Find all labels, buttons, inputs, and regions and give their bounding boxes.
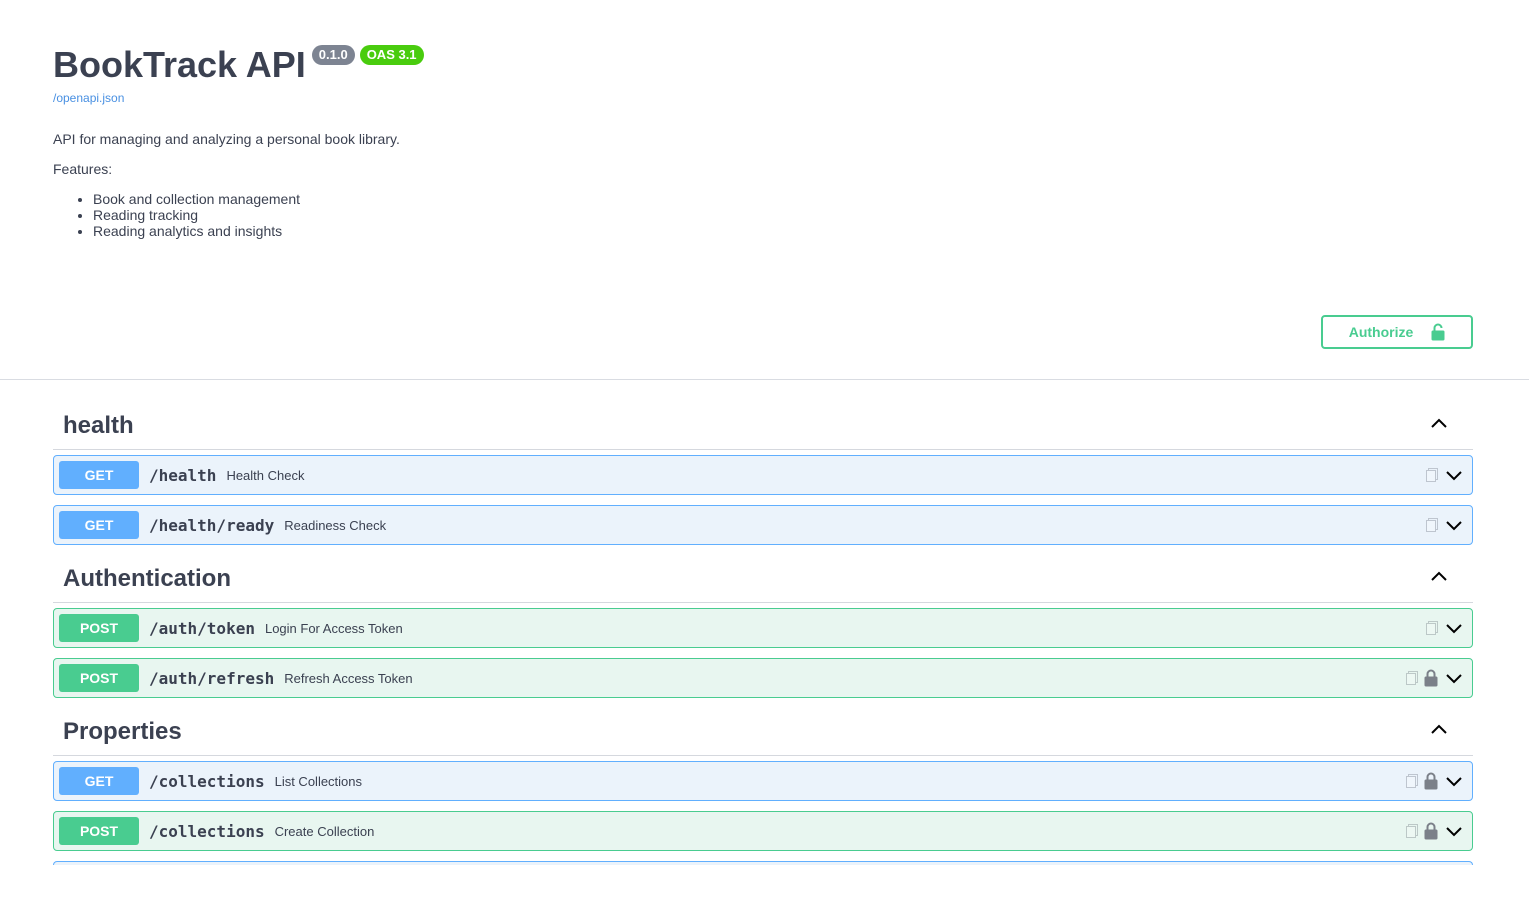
section-header-properties[interactable]: Properties	[53, 708, 1473, 756]
operation-path: /collections	[149, 821, 265, 841]
operation-path: /collections	[149, 771, 265, 791]
operation-summary: Health Check	[226, 467, 305, 483]
chevron-down-icon[interactable]	[1444, 466, 1462, 484]
feature-item: Reading analytics and insights	[93, 223, 753, 239]
chevron-down-icon[interactable]	[1444, 619, 1462, 637]
operation-path: /auth/token	[149, 618, 255, 638]
lock-icon[interactable]	[1424, 669, 1438, 687]
header-divider	[0, 379, 1529, 380]
chevron-down-icon[interactable]	[1444, 669, 1462, 687]
method-badge: POST	[59, 817, 139, 845]
unlock-icon	[1431, 323, 1445, 341]
copy-icon[interactable]	[1406, 824, 1418, 838]
method-badge: POST	[59, 614, 139, 642]
title-row: BookTrack API 0.1.0 OAS 3.1	[53, 40, 753, 90]
section-title: Properties	[63, 717, 182, 745]
operation-post[interactable]: POST/auth/token Login For Access Token	[53, 608, 1473, 648]
operation-summary: Refresh Access Token	[284, 670, 413, 686]
feature-item: Reading tracking	[93, 207, 753, 223]
lock-icon[interactable]	[1424, 772, 1438, 790]
operation-path: /health/ready	[149, 515, 275, 535]
operation-icons	[1406, 659, 1462, 697]
operations-list: health GET/health Health Check GET/health/r…	[53, 402, 1473, 865]
operation-partial[interactable]	[53, 861, 1473, 865]
chevron-up-icon[interactable]	[1429, 566, 1449, 591]
openapi-json-link[interactable]: /openapi.json	[53, 91, 753, 105]
operation-get[interactable]: GET/health Health Check	[53, 455, 1473, 495]
version-badge: 0.1.0	[311, 45, 355, 65]
copy-icon[interactable]	[1406, 774, 1418, 788]
section-title: Authentication	[63, 564, 231, 592]
operation-path: /auth/refresh	[149, 668, 275, 688]
operation-summary: Readiness Check	[284, 517, 387, 533]
section-header-authentication[interactable]: Authentication	[53, 555, 1473, 603]
operation-get[interactable]: GET/collections List Collections	[53, 761, 1473, 801]
operation-summary: Create Collection	[274, 823, 375, 839]
method-badge: POST	[59, 664, 139, 692]
copy-icon[interactable]	[1426, 468, 1438, 482]
operation-icons	[1426, 609, 1462, 647]
operation-post[interactable]: POST/auth/refresh Refresh Access Token	[53, 658, 1473, 698]
feature-list: Book and collection management Reading t…	[53, 191, 753, 239]
api-title: BookTrack API	[53, 44, 306, 85]
chevron-down-icon[interactable]	[1444, 516, 1462, 534]
operation-icons	[1406, 762, 1462, 800]
operation-icons	[1406, 812, 1462, 850]
lock-icon[interactable]	[1424, 822, 1438, 840]
chevron-up-icon[interactable]	[1429, 413, 1449, 438]
chevron-down-icon[interactable]	[1444, 822, 1462, 840]
operation-icons	[1426, 506, 1462, 544]
method-badge: GET	[59, 461, 139, 489]
operation-icons	[1426, 456, 1462, 494]
feature-item: Book and collection management	[93, 191, 753, 207]
api-info: BookTrack API 0.1.0 OAS 3.1 /openapi.jso…	[53, 40, 753, 239]
oas-badge: OAS 3.1	[359, 45, 424, 65]
method-badge: GET	[59, 767, 139, 795]
section-title: health	[63, 411, 134, 439]
operation-post[interactable]: POST/collections Create Collection	[53, 811, 1473, 851]
copy-icon[interactable]	[1406, 671, 1418, 685]
api-description: API for managing and analyzing a persona…	[53, 131, 400, 147]
operation-path: /health	[149, 465, 217, 485]
chevron-up-icon[interactable]	[1429, 719, 1449, 744]
copy-icon[interactable]	[1426, 518, 1438, 532]
authorize-button[interactable]: Authorize	[1321, 315, 1473, 349]
chevron-down-icon[interactable]	[1444, 772, 1462, 790]
section-header-health[interactable]: health	[53, 402, 1473, 450]
operation-get[interactable]: GET/health/ready Readiness Check	[53, 505, 1473, 545]
copy-icon[interactable]	[1426, 621, 1438, 635]
features-label: Features:	[53, 161, 113, 177]
operation-summary: Login For Access Token	[264, 620, 403, 636]
method-badge: GET	[59, 511, 139, 539]
operation-summary: List Collections	[274, 773, 363, 789]
authorize-label: Authorize	[1348, 324, 1414, 340]
